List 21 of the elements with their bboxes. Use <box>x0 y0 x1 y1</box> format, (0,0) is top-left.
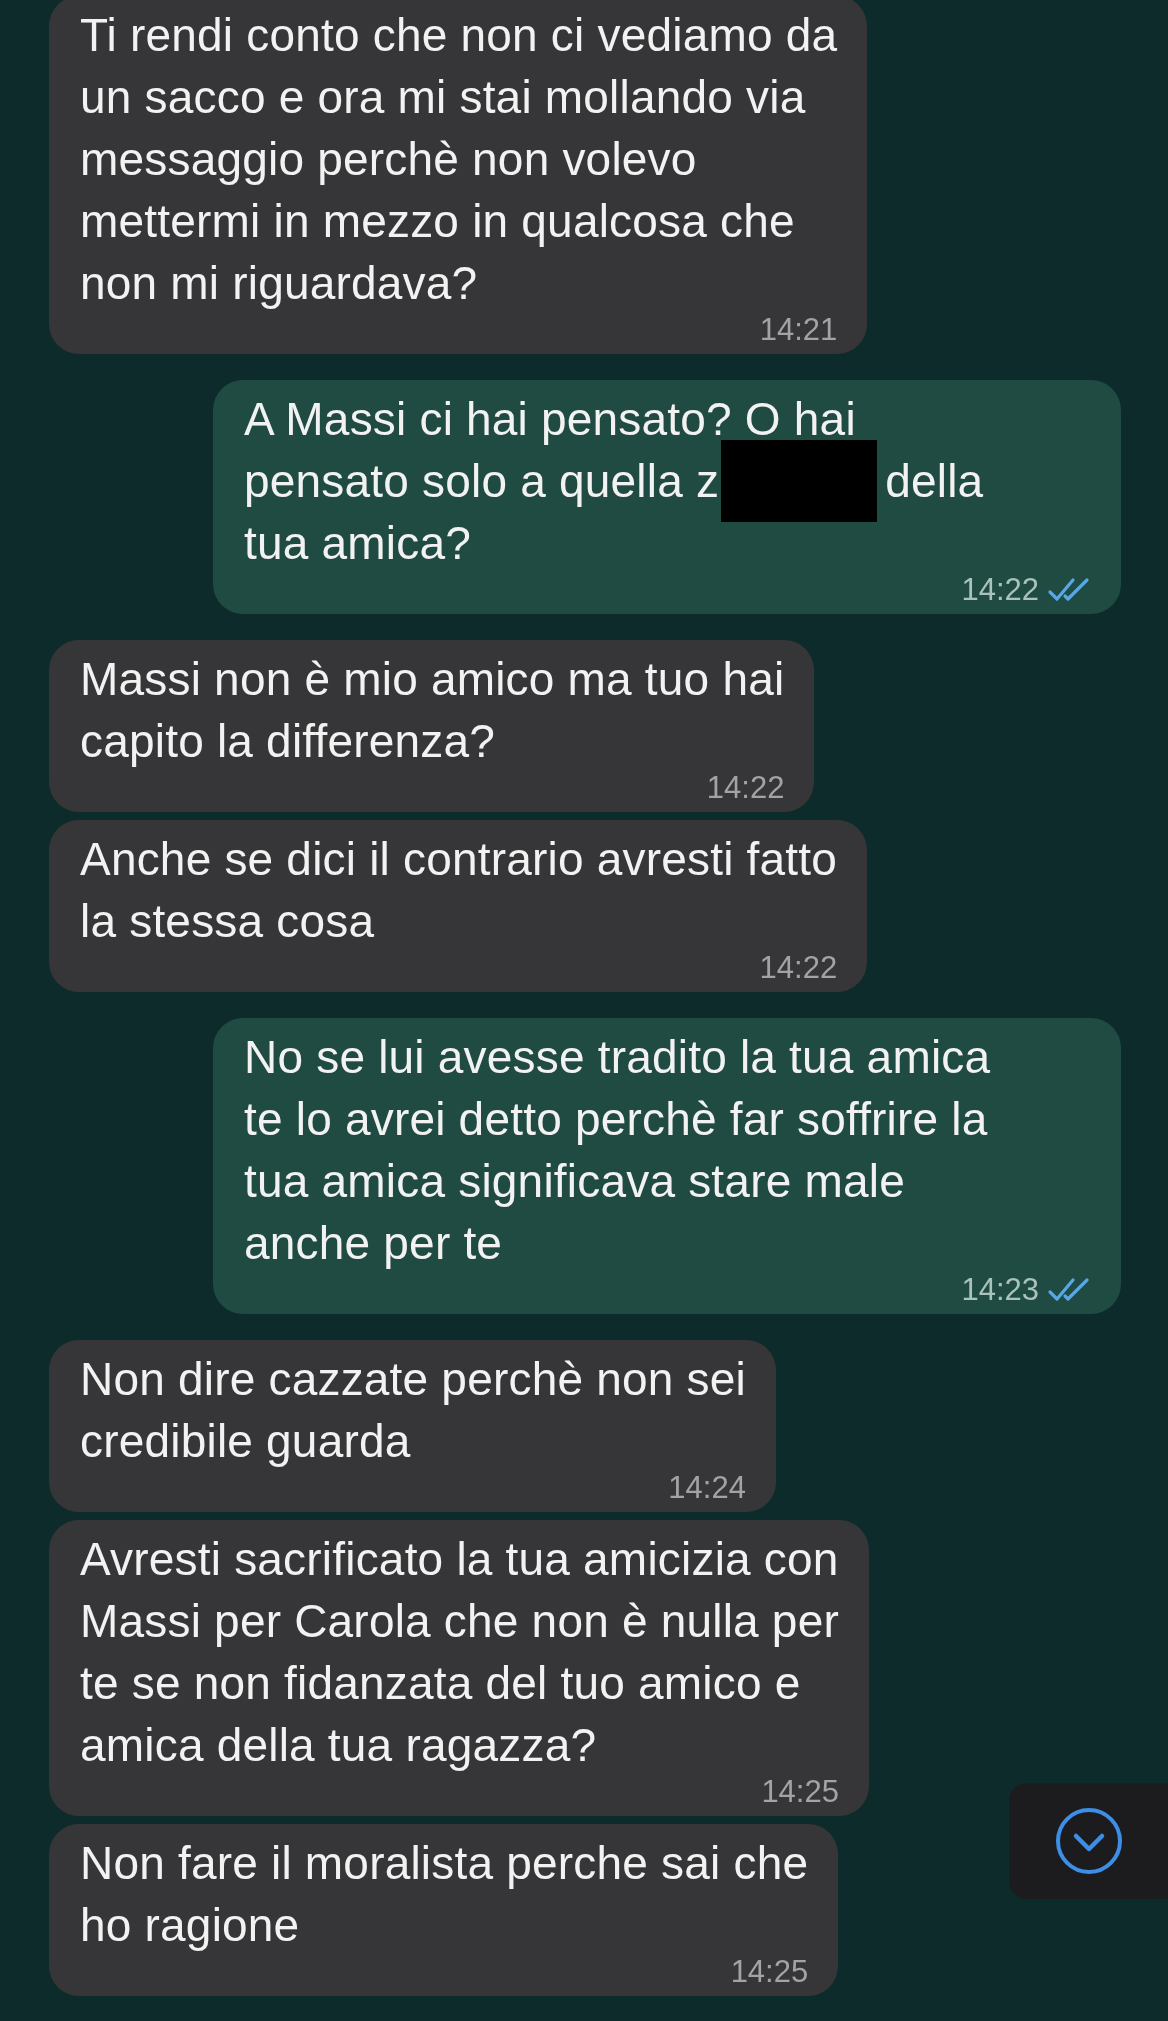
message-time: 14:22 <box>706 772 785 804</box>
message-text: A Massi ci hai pensato? O hai <box>244 392 856 447</box>
message-text: Ti rendi conto che non ci vediamo da un sacco e ora mi stai mollando via messaggio perchè non volevo mettermi in mezzo in qualcosa che non mi riguardava? <box>80 8 838 311</box>
message-text: No se lui avesse tradito la tua amica te lo avrei detto perchè far soffrire la tua amica significava stare male anche per te <box>244 1030 992 1271</box>
message-text: Non dire cazzate perchè non sei credibile guarda <box>80 1352 746 1469</box>
message-time: 14:24 <box>668 1472 746 1504</box>
message-text: Non fare il moralista perche sai che ho ragione <box>80 1836 809 1953</box>
message-text: tua amica? <box>244 516 471 571</box>
message-text: pensato solo a quella z <box>244 454 720 509</box>
message-time: 14:23 <box>961 1274 1039 1306</box>
message-time: 14:22 <box>759 952 838 984</box>
message-time: 14:25 <box>730 1956 809 1988</box>
chevron-down-icon <box>1055 1807 1123 1875</box>
message-time: 14:22 <box>961 574 1039 606</box>
message-text: Massi non è mio amico ma tuo hai capito la differenza? <box>80 652 785 769</box>
message-time: 14:25 <box>761 1776 839 1808</box>
message-text: della <box>885 454 984 509</box>
scroll-down-button[interactable] <box>1009 1783 1168 1899</box>
message-text: Anche se dici il contrario avresti fatto la stessa cosa <box>80 832 838 949</box>
message-text: Avresti sacrificato la tua amicizia con Massi per Carola che non è nulla per te se non fidanzata del tuo amico e amica della tua ragazza? <box>80 1532 839 1773</box>
message-time: 14:21 <box>759 314 838 346</box>
